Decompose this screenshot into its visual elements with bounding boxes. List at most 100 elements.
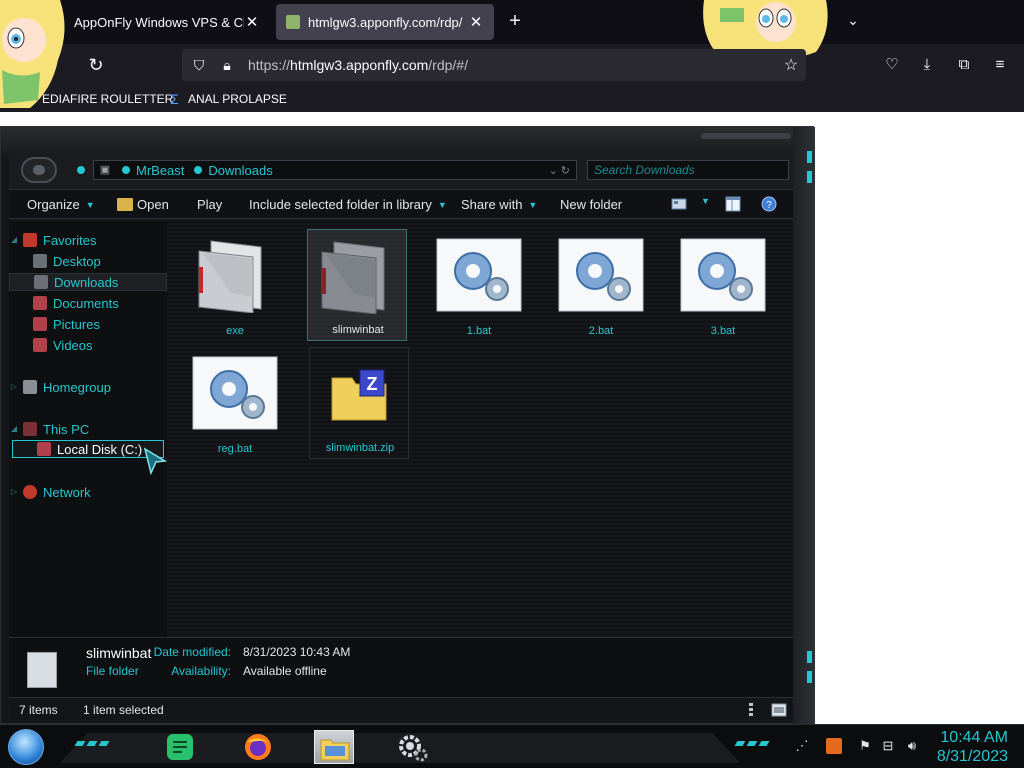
- large-icons-view-icon[interactable]: [771, 702, 787, 718]
- address-dropdown-icon[interactable]: ⌄ ↻: [549, 164, 571, 177]
- share-with-button[interactable]: Share with ▼: [461, 197, 537, 212]
- file-name: slimwinbat.zip: [325, 442, 395, 454]
- close-tab-icon[interactable]: ✕: [468, 13, 484, 31]
- action-center-flag-icon[interactable]: ⚑: [857, 738, 873, 754]
- expand-triangle-icon[interactable]: ◢: [9, 424, 19, 434]
- breadcrumb-mrbeast[interactable]: MrBeast: [136, 163, 184, 178]
- pocket-icon[interactable]: ♡: [881, 54, 903, 76]
- url-host: htmlgw3.apponfly.com: [290, 57, 429, 73]
- reload-icon[interactable]: ↻: [86, 55, 106, 75]
- tab-bar: AppOnFly Windows VPS & Clo ✕ htmlgw3.app…: [0, 0, 1024, 44]
- folder-icon: [198, 240, 262, 313]
- taskbar-firefox[interactable]: [238, 730, 278, 764]
- bookmark-item[interactable]: EDIAFIRE ROULETTER: [42, 92, 173, 106]
- details-view-icon[interactable]: [745, 702, 757, 718]
- preview-pane-icon[interactable]: [725, 196, 741, 212]
- videos-icon: [33, 338, 47, 352]
- nav-this-pc[interactable]: ◢ This PC: [9, 420, 167, 438]
- network-tray-icon[interactable]: ⊟: [880, 738, 896, 754]
- file-name: 3.bat: [710, 325, 736, 337]
- view-options-icon[interactable]: [671, 196, 687, 212]
- play-button[interactable]: Play: [197, 197, 222, 212]
- file-item-reg-bat[interactable]: reg.bat: [185, 347, 285, 459]
- show-hidden-icons-icon[interactable]: ⋰: [794, 738, 810, 754]
- breadcrumb-downloads[interactable]: Downloads: [208, 163, 272, 178]
- new-tab-button[interactable]: +: [504, 10, 526, 32]
- nav-pictures[interactable]: Pictures: [9, 315, 167, 333]
- url-path: /rdp/#/: [428, 57, 468, 73]
- lock-icon[interactable]: 🔒︎: [216, 57, 238, 74]
- file-item-3-bat[interactable]: 3.bat: [673, 229, 773, 341]
- taskbar-settings[interactable]: [392, 730, 432, 764]
- url-text[interactable]: https://htmlgw3.apponfly.com/rdp/#/: [248, 57, 776, 73]
- favicon-icon: [286, 15, 300, 29]
- new-folder-label: New folder: [560, 197, 623, 212]
- recent-locations-icon[interactable]: [77, 166, 85, 174]
- file-item-2-bat[interactable]: 2.bat: [551, 229, 651, 341]
- nav-favorites[interactable]: ◢ Favorites: [9, 231, 167, 249]
- tab-title: AppOnFly Windows VPS & Clo: [74, 14, 244, 30]
- status-bar: 7 items 1 item selected: [9, 697, 793, 721]
- taskbar-accent: [746, 741, 758, 746]
- address-bar[interactable]: ▣ MrBeast Downloads ⌄ ↻: [93, 160, 577, 180]
- organize-button[interactable]: Organize ▼: [27, 197, 95, 212]
- window-frame-right: [793, 127, 815, 725]
- file-item-1-bat[interactable]: 1.bat: [429, 229, 529, 341]
- settings-gear-icon: [558, 238, 644, 312]
- expand-triangle-icon[interactable]: ◢: [9, 235, 19, 245]
- nav-videos[interactable]: Videos: [9, 336, 167, 354]
- nav-downloads[interactable]: Downloads: [9, 273, 167, 291]
- expand-triangle-icon[interactable]: ▷: [9, 382, 19, 392]
- search-input[interactable]: Search Downloads: [587, 160, 789, 180]
- computer-icon: ▣: [99, 164, 111, 176]
- sticky-notes-icon: [167, 734, 193, 760]
- nav-documents[interactable]: Documents: [9, 294, 167, 312]
- settings-gear-icon: [192, 356, 278, 430]
- drive-icon: [37, 442, 51, 456]
- desktop-icon: [33, 254, 47, 268]
- frame-accent: [807, 171, 812, 183]
- nav-desktop[interactable]: Desktop: [9, 252, 167, 270]
- list-all-tabs-icon[interactable]: ⌄: [843, 12, 863, 32]
- file-item-slimwinbat[interactable]: slimwinbat: [307, 229, 407, 341]
- new-folder-button[interactable]: New folder: [560, 197, 622, 212]
- shield-icon[interactable]: ⛉: [188, 57, 210, 74]
- homegroup-icon: [23, 380, 37, 394]
- system-clock[interactable]: 10:44 AM 8/31/2023: [934, 728, 1008, 766]
- nav-homegroup[interactable]: ▷ Homegroup: [9, 378, 167, 396]
- nav-label: Desktop: [53, 253, 101, 269]
- view-dropdown[interactable]: ▼: [695, 196, 710, 206]
- open-button[interactable]: Open: [117, 197, 169, 212]
- taskbar-notes-app[interactable]: [160, 730, 200, 764]
- download-icon[interactable]: ⤓: [916, 54, 938, 76]
- menu-icon[interactable]: ≡: [989, 54, 1011, 76]
- bookmark-item[interactable]: Σ ANAL PROLAPSE: [170, 92, 287, 106]
- file-item-slimwinbat-zip[interactable]: Z slimwinbat.zip: [309, 347, 409, 459]
- back-forward-button[interactable]: [21, 157, 57, 183]
- nav-label: Downloads: [54, 274, 119, 290]
- nav-label: Homegroup: [43, 379, 111, 395]
- nav-network[interactable]: ▷ Network: [9, 483, 167, 501]
- tab-apponfly[interactable]: AppOnFly Windows VPS & Clo ✕: [64, 4, 270, 40]
- item-count: 7 items: [19, 703, 58, 717]
- volume-icon[interactable]: 🔊︎: [904, 738, 920, 754]
- extensions-icon[interactable]: ⧉: [953, 54, 975, 76]
- start-orb-button[interactable]: [8, 729, 44, 765]
- window-titlebar[interactable]: [1, 127, 815, 155]
- bookmark-star-icon[interactable]: ☆: [776, 55, 806, 75]
- app-tray-icon[interactable]: [826, 738, 842, 754]
- open-label: Open: [137, 197, 169, 212]
- taskbar-file-explorer[interactable]: [314, 730, 354, 764]
- file-list[interactable]: exe slimwinbat 1.bat 2.bat 3.bat reg.bat…: [167, 221, 793, 637]
- expand-triangle-icon[interactable]: ▷: [9, 487, 19, 497]
- help-icon[interactable]: ?: [761, 196, 777, 212]
- include-in-library-button[interactable]: Include selected folder in library ▼: [249, 197, 447, 212]
- file-item-exe[interactable]: exe: [185, 229, 285, 341]
- url-bar[interactable]: ⛉ 🔒︎ https://htmlgw3.apponfly.com/rdp/#/…: [182, 49, 806, 81]
- nav-label: Pictures: [53, 316, 100, 332]
- nav-local-disk[interactable]: Local Disk (C:): [12, 440, 164, 458]
- nav-label: Favorites: [43, 232, 97, 248]
- tab-rdp[interactable]: htmlgw3.apponfly.com/rdp/ ✕: [276, 4, 494, 40]
- breadcrumb-separator: [122, 166, 130, 174]
- close-tab-icon[interactable]: ✕: [244, 13, 260, 31]
